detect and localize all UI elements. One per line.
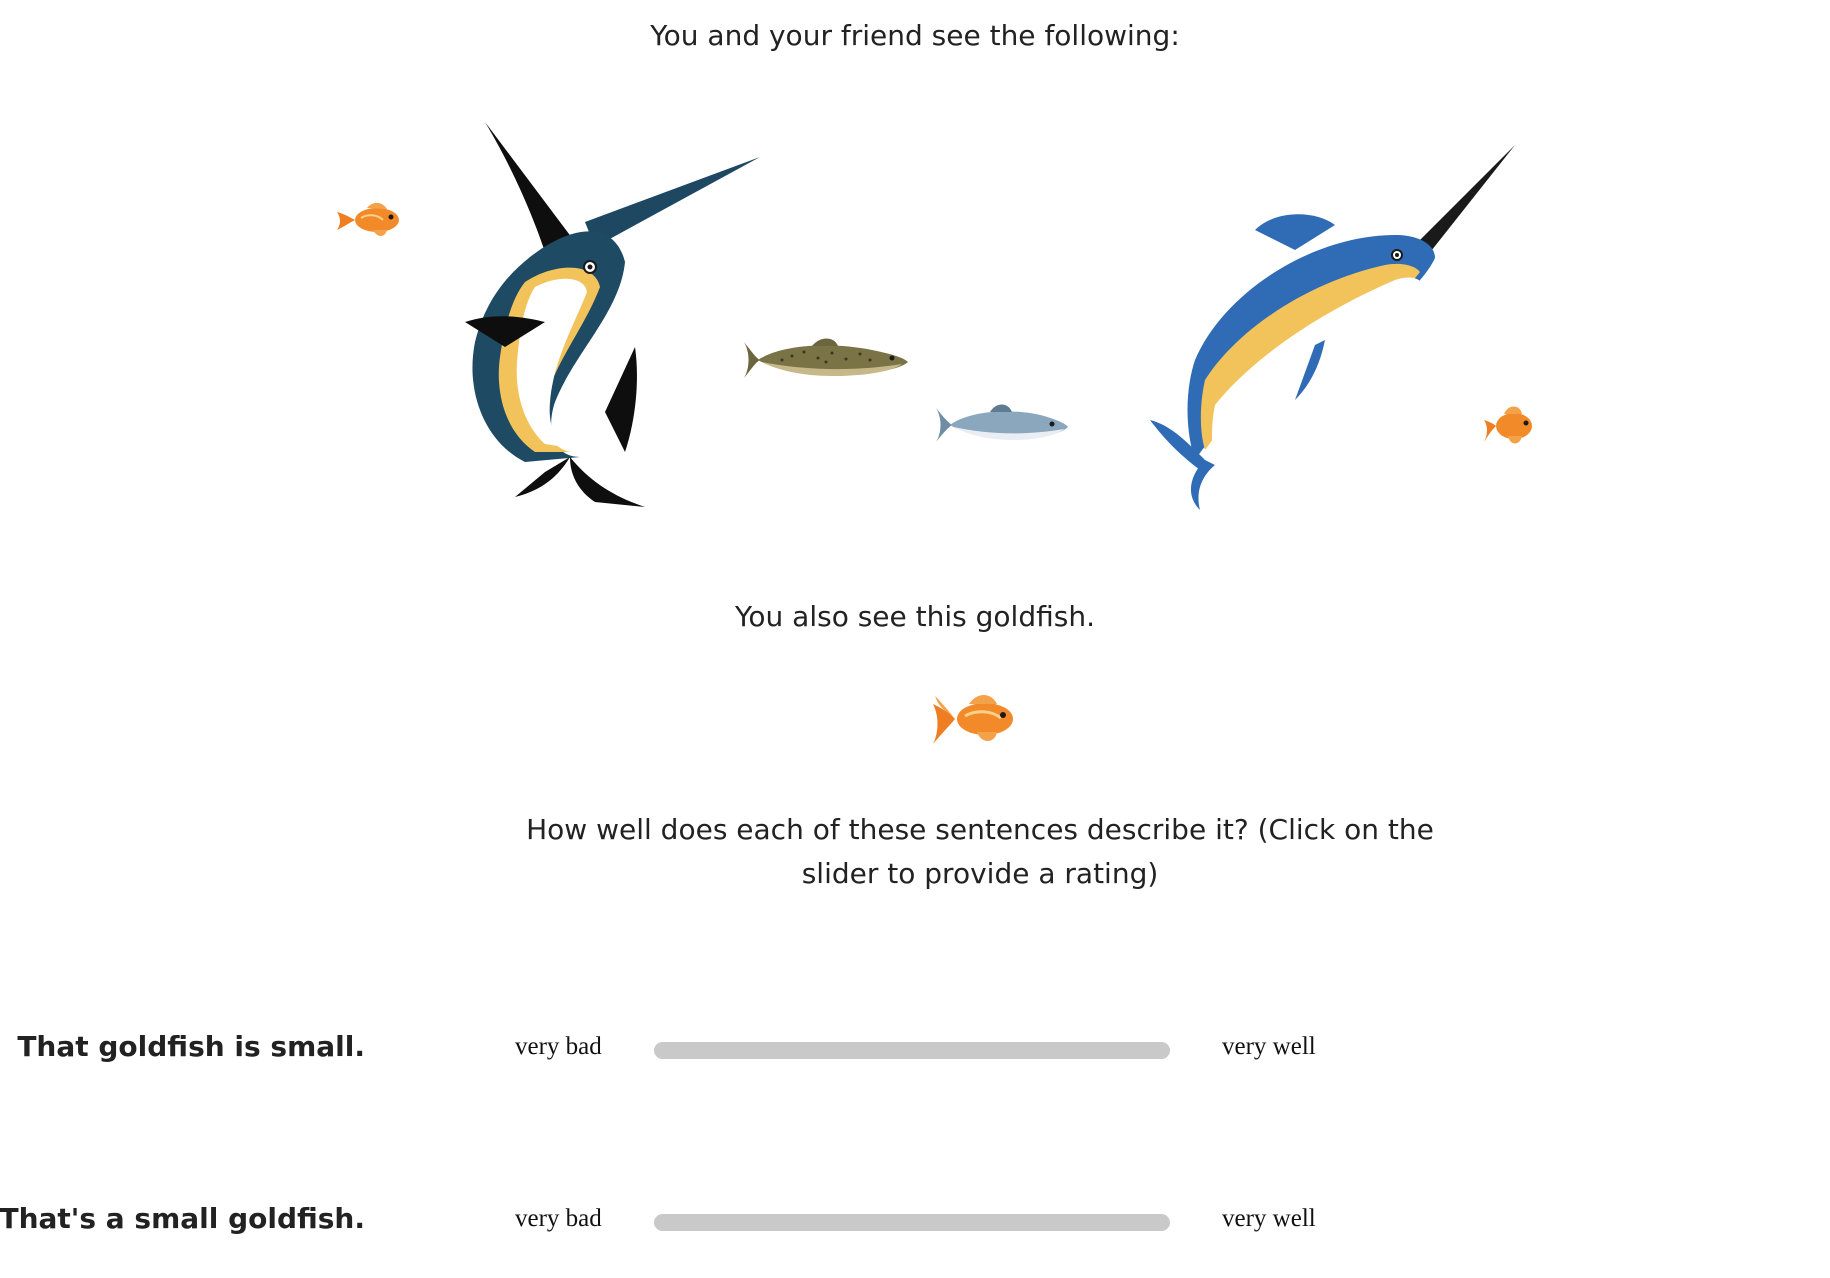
goldfish-small-right-icon [1484, 406, 1532, 444]
rating-slider[interactable] [654, 1214, 1170, 1231]
intro-text: You and your friend see the following: [650, 19, 1180, 52]
trout-icon [744, 338, 908, 378]
scale-left-label: very bad [515, 1033, 602, 1060]
rating-slider[interactable] [654, 1042, 1170, 1059]
scale-right-label: very well [1222, 1205, 1316, 1232]
scale-right-label: very well [1222, 1033, 1316, 1060]
sentence-label: That's a small goldfish. [0, 1202, 365, 1235]
question-text: How well does each of these sentences de… [526, 813, 1434, 890]
target-goldfish-icon [933, 695, 1013, 744]
goldfish-small-left-icon [337, 202, 399, 236]
marlin-blue-right-icon [1150, 145, 1515, 510]
marlin-dark-left-icon [465, 122, 760, 507]
also-see-text: You also see this goldfish. [735, 600, 1095, 633]
sentence-label: That goldfish is small. [17, 1030, 365, 1063]
scale-left-label: very bad [515, 1205, 602, 1232]
salmon-icon [936, 404, 1068, 442]
